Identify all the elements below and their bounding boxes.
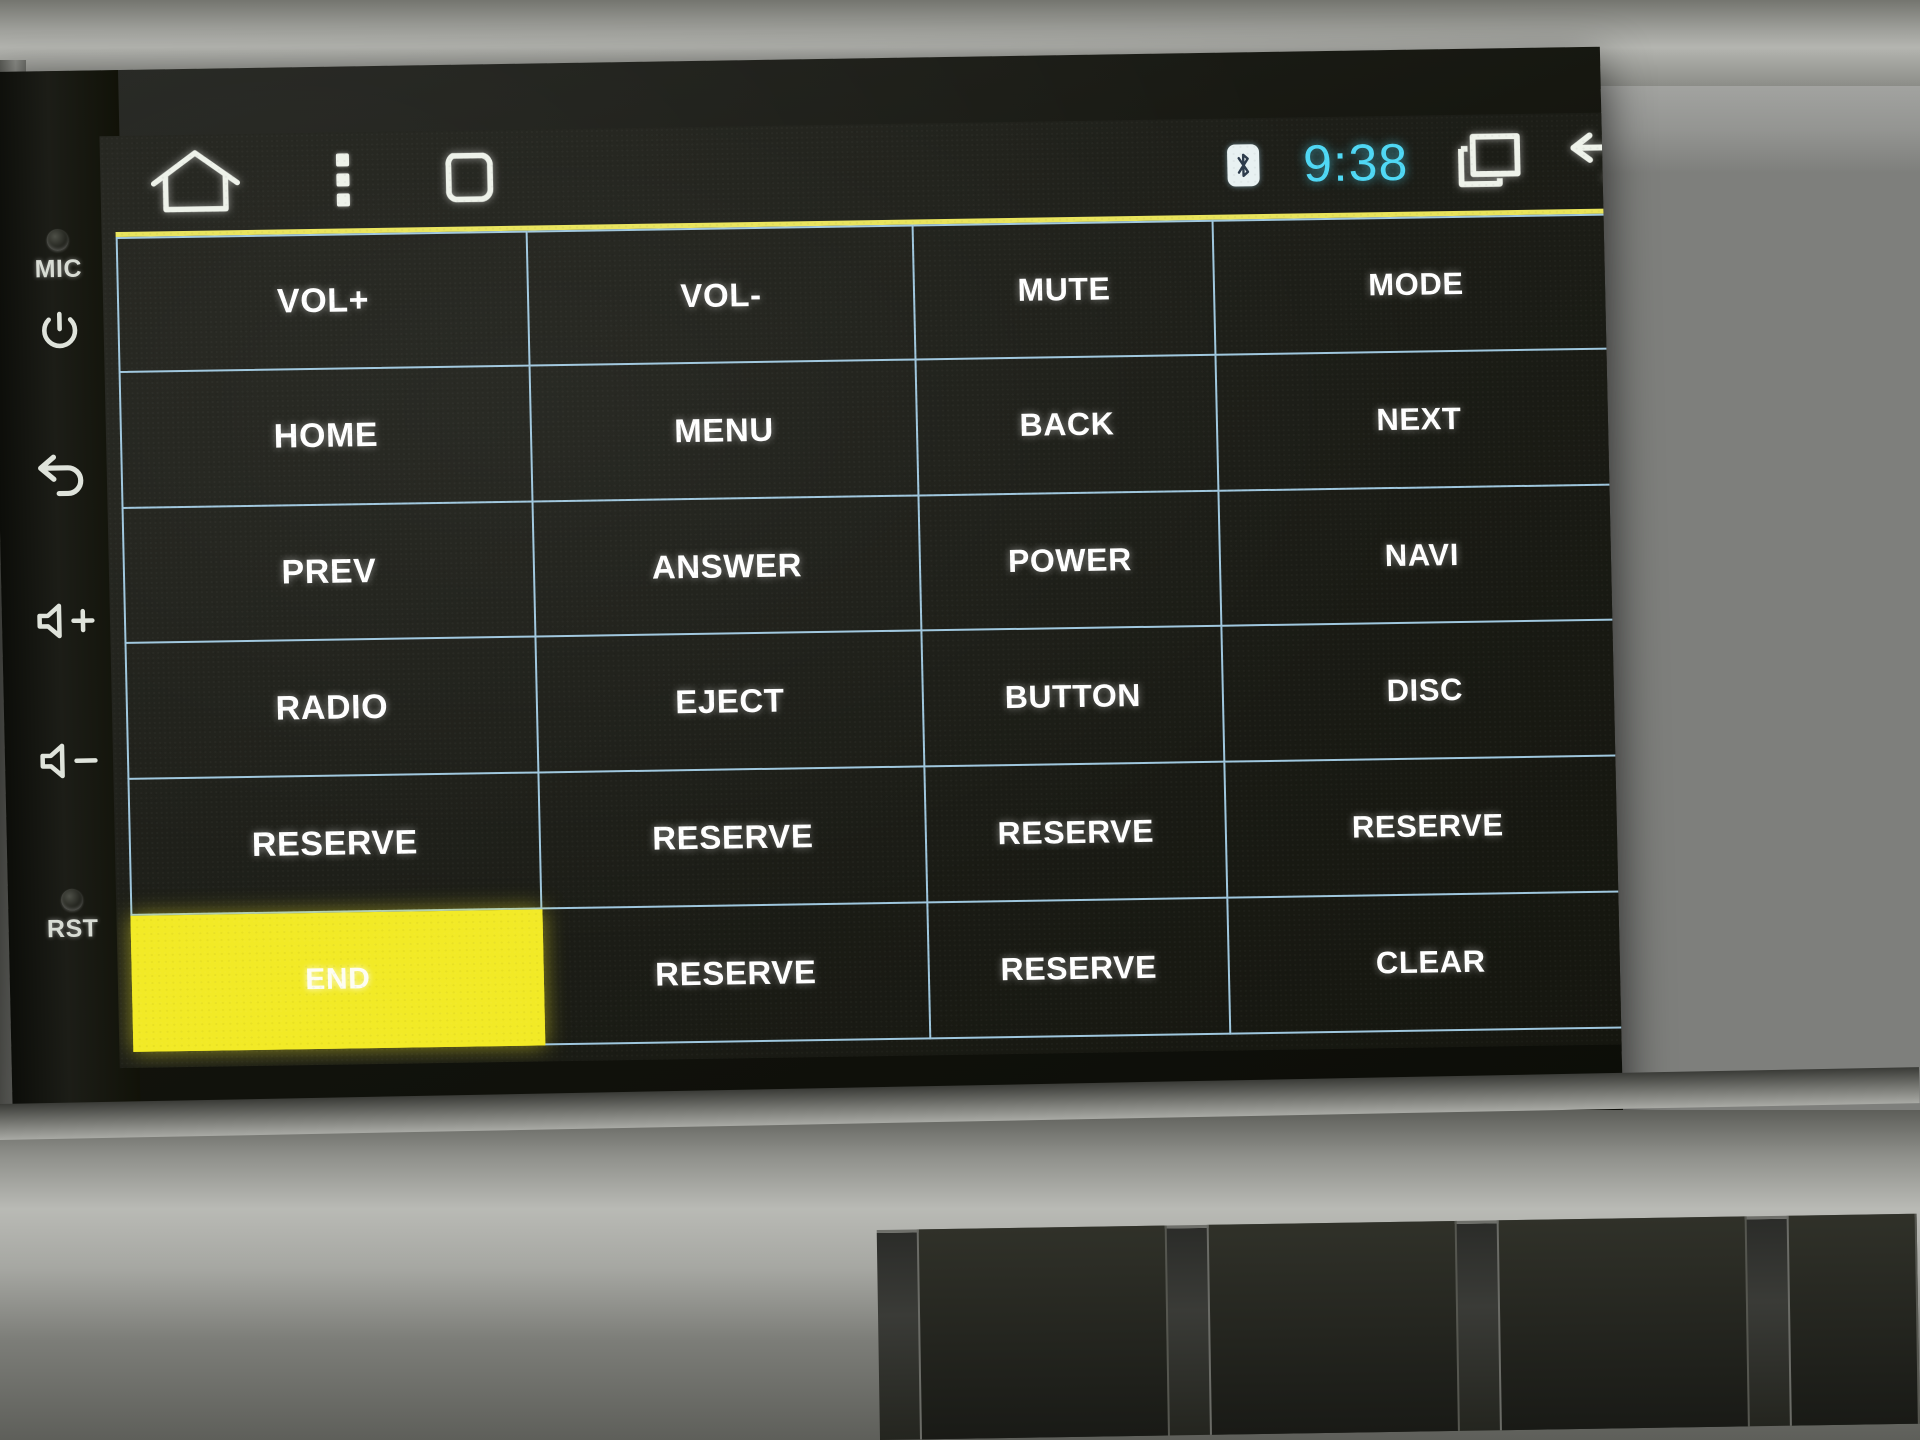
- head-unit-body: MIC RST 9:38 VOL+ VOL- MUTE MODE HOME ME…: [0, 46, 1624, 1142]
- key-cell-answer-9[interactable]: ANSWER: [533, 496, 923, 638]
- key-cell-back-6[interactable]: BACK: [916, 355, 1220, 497]
- key-cell-label: RESERVE: [1351, 807, 1505, 845]
- key-cell-vol--0[interactable]: VOL+: [115, 230, 531, 373]
- key-cell-vol--1[interactable]: VOL-: [527, 224, 917, 367]
- dashboard-photo-scene: MIC RST 9:38 VOL+ VOL- MUTE MODE HOME ME…: [0, 0, 1920, 1440]
- key-cell-label: BACK: [1019, 405, 1115, 444]
- key-cell-label: RESERVE: [251, 823, 419, 864]
- key-cell-reserve-22[interactable]: RESERVE: [928, 898, 1232, 1040]
- key-cell-reserve-17[interactable]: RESERVE: [539, 767, 929, 910]
- key-cell-label: BUTTON: [1004, 676, 1142, 716]
- reset-pinhole-icon: [60, 888, 84, 911]
- key-cell-label: RESERVE: [997, 812, 1155, 851]
- key-cell-prev-8[interactable]: PREV: [121, 502, 537, 645]
- key-cell-label: MUTE: [1017, 270, 1111, 309]
- home-icon[interactable]: [146, 146, 246, 218]
- key-cell-label: MENU: [673, 410, 775, 450]
- key-cell-label: RESERVE: [654, 953, 817, 993]
- key-cell-menu-5[interactable]: MENU: [530, 360, 920, 503]
- key-cell-home-4[interactable]: HOME: [118, 366, 534, 509]
- key-cell-label: RADIO: [275, 687, 389, 728]
- key-cell-label: NAVI: [1384, 536, 1460, 573]
- multi-window-icon[interactable]: [1452, 129, 1525, 194]
- key-cell-label: ANSWER: [651, 545, 803, 586]
- dashboard-vent-panel: [876, 1213, 1920, 1440]
- key-cell-label: DISC: [1386, 672, 1464, 709]
- back-arrow-icon[interactable]: [1568, 131, 1624, 188]
- key-cell-mute-2[interactable]: MUTE: [913, 219, 1217, 361]
- key-cell-reserve-21[interactable]: RESERVE: [542, 903, 932, 1046]
- key-cell-reserve-16[interactable]: RESERVE: [127, 773, 543, 917]
- key-cell-power-10[interactable]: POWER: [919, 491, 1223, 632]
- key-cell-label: VOL+: [276, 281, 370, 321]
- microphone-pinhole-icon: [46, 228, 69, 252]
- key-cell-label: MODE: [1367, 265, 1465, 303]
- key-cell-label: PREV: [281, 552, 377, 592]
- key-cell-label: NEXT: [1375, 400, 1462, 437]
- key-cell-radio-12[interactable]: RADIO: [124, 637, 540, 781]
- key-cell-label: RESERVE: [1000, 948, 1158, 987]
- key-cell-button-14[interactable]: BUTTON: [922, 627, 1226, 768]
- key-cell-label: RESERVE: [651, 817, 814, 857]
- key-cell-label: CLEAR: [1375, 943, 1487, 981]
- key-cell-end-20[interactable]: END: [130, 909, 546, 1052]
- key-cell-navi-11[interactable]: NAVI: [1219, 485, 1624, 628]
- touchscreen[interactable]: 9:38 VOL+ VOL- MUTE MODE HOME MENU BACK …: [99, 112, 1624, 1069]
- status-clock: 9:38: [1302, 133, 1409, 194]
- recents-square-icon[interactable]: [441, 147, 498, 208]
- key-cell-disc-15[interactable]: DISC: [1222, 620, 1624, 763]
- key-cell-eject-13[interactable]: EJECT: [536, 631, 926, 774]
- key-cell-label: HOME: [273, 416, 379, 456]
- key-cell-mode-3[interactable]: MODE: [1213, 213, 1619, 356]
- bluetooth-icon: [1226, 144, 1260, 187]
- key-cell-reserve-19[interactable]: RESERVE: [1225, 756, 1624, 899]
- key-cell-label: POWER: [1007, 541, 1133, 580]
- key-cell-label: EJECT: [674, 681, 785, 721]
- key-cell-label: VOL-: [680, 275, 763, 315]
- key-cell-reserve-18[interactable]: RESERVE: [925, 762, 1229, 904]
- key-cell-next-7[interactable]: NEXT: [1216, 349, 1622, 492]
- key-cell-clear-23[interactable]: CLEAR: [1228, 892, 1624, 1035]
- more-vertical-icon[interactable]: [335, 152, 351, 207]
- steering-wheel-key-grid[interactable]: VOL+ VOL- MUTE MODE HOME MENU BACK NEXT PREV ANSW…: [115, 208, 1624, 1052]
- key-cell-label: END: [304, 962, 371, 997]
